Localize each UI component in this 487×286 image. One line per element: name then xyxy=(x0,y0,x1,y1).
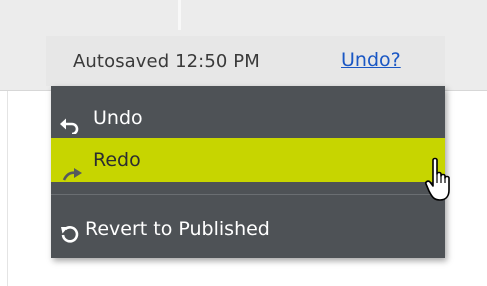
autosave-status: Autosaved 12:50 PM xyxy=(73,51,260,72)
hand-pointer-icon xyxy=(424,157,458,207)
menu-item-redo-label: Redo xyxy=(93,149,141,171)
undo-link[interactable]: Undo? xyxy=(341,49,401,71)
menu-divider xyxy=(51,194,445,195)
toolbar-separator xyxy=(178,0,181,30)
menu-item-revert-label: Revert to Published xyxy=(85,218,270,240)
undo-dropdown-menu: Undo Redo Revert to Published xyxy=(51,86,445,258)
menu-item-undo[interactable]: Undo xyxy=(51,100,445,136)
menu-item-redo[interactable]: Redo xyxy=(51,138,445,182)
content-border xyxy=(7,91,8,286)
menu-item-undo-label: Undo xyxy=(93,107,143,129)
menu-item-revert-to-published[interactable]: Revert to Published xyxy=(51,210,445,248)
redo-arrow-icon xyxy=(62,153,84,197)
revert-circle-icon xyxy=(60,220,80,258)
